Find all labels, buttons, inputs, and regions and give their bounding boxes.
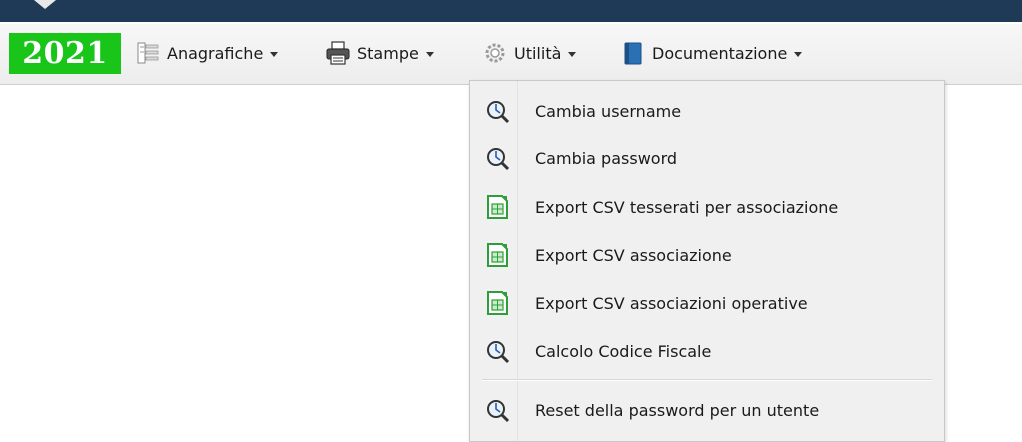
spreadsheet-icon	[484, 242, 510, 268]
menu-item-cambia-password[interactable]: Cambia password	[470, 136, 944, 180]
menu-utilita[interactable]: Utilità	[482, 33, 577, 73]
utilita-dropdown-menu: Cambia username Cambia password Export C…	[469, 80, 945, 442]
logo-notch	[34, 0, 56, 9]
spreadsheet-icon	[484, 194, 510, 220]
menu-anagrafiche[interactable]: Anagrafiche	[135, 33, 279, 73]
menu-separator	[482, 379, 932, 381]
menu-item-label: Export CSV tesserati per associazione	[535, 197, 839, 217]
year-badge: 2021	[9, 33, 121, 74]
menu-item-label: Cambia username	[535, 101, 682, 121]
menu-item-label: Export CSV associazione	[535, 245, 732, 265]
chevron-down-icon	[568, 51, 577, 57]
menu-item-label: Calcolo Codice Fiscale	[535, 341, 712, 361]
menu-item-export-csv-associazione[interactable]: Export CSV associazione	[470, 233, 944, 277]
menu-item-cambia-username[interactable]: Cambia username	[470, 89, 944, 133]
gears-icon	[482, 40, 508, 66]
chevron-down-icon	[270, 51, 279, 57]
menu-utilita-label: Utilità	[514, 43, 562, 63]
spreadsheet-icon	[484, 290, 510, 316]
magnifier-icon	[484, 397, 510, 423]
magnifier-icon	[484, 98, 510, 124]
menu-item-label: Export CSV associazioni operative	[535, 293, 808, 313]
menu-item-export-csv-tesserati[interactable]: Export CSV tesserati per associazione	[470, 185, 944, 229]
menu-anagrafiche-label: Anagrafiche	[167, 43, 264, 63]
top-banner	[0, 0, 1022, 22]
menu-stampe[interactable]: Stampe	[325, 33, 434, 73]
chevron-down-icon	[425, 51, 434, 57]
menu-item-label: Reset della password per un utente	[535, 400, 820, 420]
menu-documentazione-label: Documentazione	[652, 43, 788, 63]
chevron-down-icon	[794, 51, 803, 57]
book-icon	[620, 40, 646, 66]
registry-list-icon	[135, 40, 161, 66]
menu-documentazione[interactable]: Documentazione	[620, 33, 803, 73]
menu-item-export-csv-associazioni-operative[interactable]: Export CSV associazioni operative	[470, 281, 944, 325]
menu-stampe-label: Stampe	[357, 43, 419, 63]
menu-item-reset-password-utente[interactable]: Reset della password per un utente	[470, 388, 944, 432]
printer-icon	[325, 40, 351, 66]
menu-item-calcolo-codice-fiscale[interactable]: Calcolo Codice Fiscale	[470, 329, 944, 373]
menu-item-label: Cambia password	[535, 148, 678, 168]
magnifier-icon	[484, 338, 510, 364]
main-menubar: 2021 Anagrafiche Stampe Utilità Document…	[0, 24, 1022, 85]
magnifier-icon	[484, 145, 510, 171]
